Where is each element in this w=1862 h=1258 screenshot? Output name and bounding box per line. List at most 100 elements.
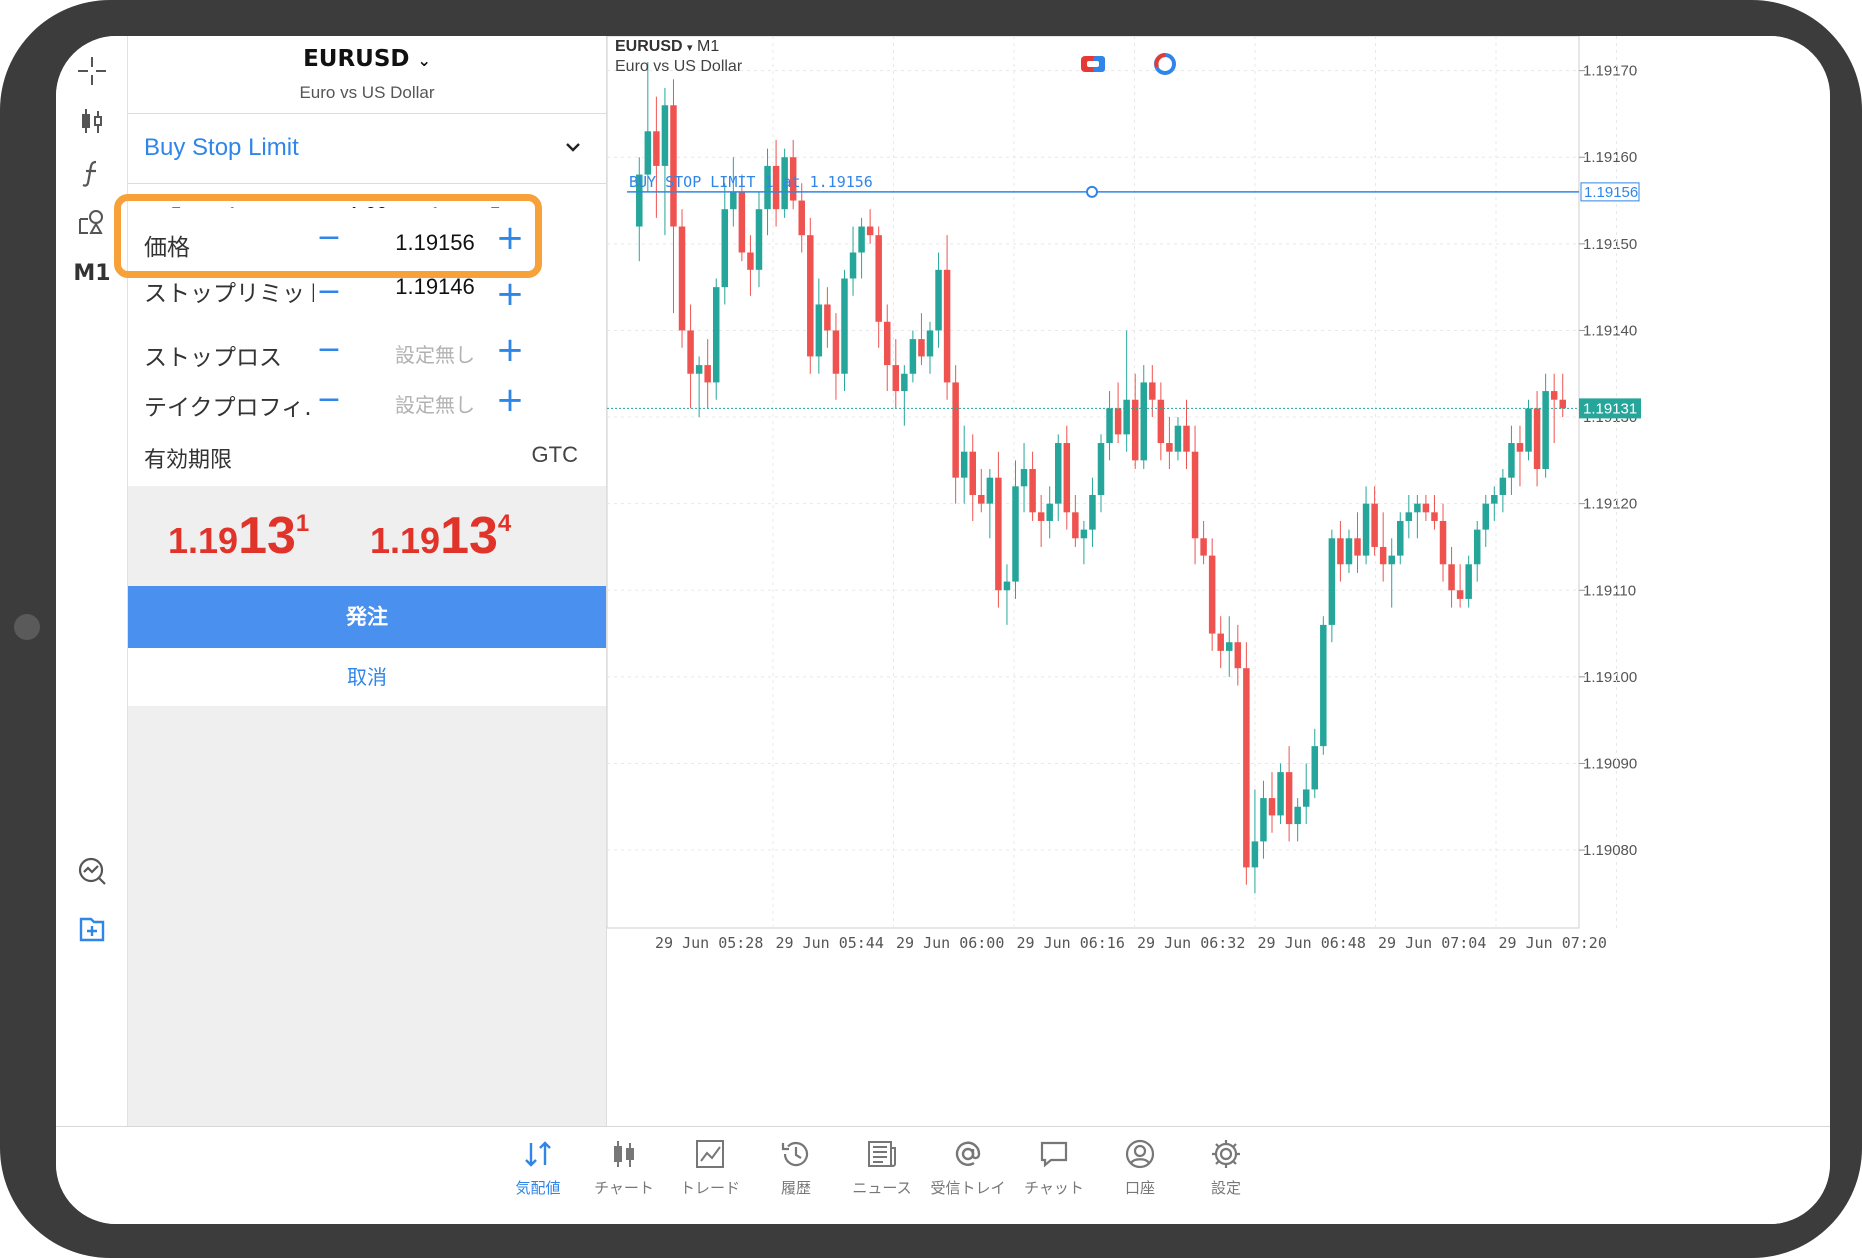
nav-news[interactable]: ニュース: [837, 1137, 927, 1198]
candle-down: [995, 477, 1002, 591]
candle-up: [712, 287, 720, 383]
stop-limit-label: ストップリミット: [144, 281, 314, 307]
nav-mailbox[interactable]: 受信トレイ: [923, 1137, 1013, 1198]
chart-description: Euro vs US Dollar: [615, 58, 743, 75]
candle-down: [1371, 503, 1378, 547]
candle-up: [695, 365, 703, 374]
candle-down: [1285, 772, 1293, 825]
nav-history[interactable]: 履歴: [751, 1137, 841, 1198]
nav-label: 気配値: [515, 1179, 561, 1197]
one-click-trading-icon: [1081, 56, 1105, 72]
place-order-button[interactable]: 発注: [128, 586, 606, 648]
market-analysis-icon[interactable]: [56, 846, 128, 896]
candle-up: [986, 477, 994, 504]
candle-down: [1268, 798, 1276, 816]
candle-down: [738, 191, 746, 253]
candle-down: [1550, 391, 1558, 400]
nav-trade[interactable]: トレード: [665, 1137, 755, 1198]
take-profit-minus-button[interactable]: −: [314, 382, 344, 417]
nav-settings[interactable]: 設定: [1181, 1137, 1271, 1198]
symbol-description: Euro vs US Dollar: [299, 83, 435, 102]
candle-up: [841, 278, 848, 374]
candle-down: [883, 321, 891, 366]
timeframe-button[interactable]: M1: [56, 248, 128, 298]
stop-loss-minus-button[interactable]: −: [314, 332, 344, 367]
crosshair-icon[interactable]: [56, 46, 128, 96]
chart-symbol: EURUSD: [615, 38, 683, 55]
nav-label: 設定: [1210, 1179, 1241, 1197]
candle-up: [1226, 642, 1233, 651]
price-minus-button[interactable]: −: [314, 220, 344, 255]
candle-up: [1123, 399, 1130, 435]
candle-down: [1379, 546, 1387, 565]
nav-label: 受信トレイ: [930, 1179, 1006, 1197]
candle-down: [1439, 520, 1447, 565]
candle-down: [1114, 408, 1122, 435]
chevron-down-icon: [566, 143, 580, 152]
order-type-selector[interactable]: Buy Stop Limit: [128, 114, 606, 184]
candle-up: [1388, 555, 1395, 565]
candle-down: [1243, 668, 1250, 868]
screen: M1 EURUSD ⌄ Euro vs US Dollar Buy Stop L…: [56, 36, 1830, 1224]
candle-up: [1542, 391, 1549, 470]
symbol-header[interactable]: EURUSD ⌄ Euro vs US Dollar: [128, 36, 606, 114]
order-line-handle: [1086, 185, 1098, 198]
candle-up: [901, 373, 908, 392]
candlestick-type-icon[interactable]: [56, 96, 128, 146]
chart-canvas[interactable]: 1.191701.191601.191501.191401.191301.191…: [607, 36, 1830, 1126]
nav-chart[interactable]: チャート: [579, 1137, 669, 1198]
candle-down: [1448, 564, 1455, 591]
nav-account[interactable]: 口座: [1095, 1137, 1185, 1198]
y-tick-label: 1.19100: [1583, 669, 1637, 686]
candle-down: [1037, 512, 1045, 521]
objects-icon[interactable]: [56, 198, 128, 248]
candle-up: [1345, 538, 1353, 565]
y-tick-label: 1.19080: [1583, 842, 1637, 859]
nav-label: 履歴: [780, 1179, 811, 1197]
candle-down: [1191, 451, 1199, 539]
nav-label: チャート: [594, 1179, 654, 1197]
candle-down: [952, 382, 959, 478]
symbol-selector[interactable]: EURUSD ⌄: [128, 46, 606, 72]
x-tick-label: 29 Jun 06:32: [1137, 934, 1245, 952]
chart-area[interactable]: 1.191701.191601.191501.191401.191301.191…: [606, 36, 1830, 1126]
history-icon: [781, 1141, 809, 1167]
candle-up: [1046, 503, 1053, 521]
candle-down: [875, 235, 882, 322]
x-tick-label: 29 Jun 06:48: [1258, 934, 1366, 952]
y-tick-label: 1.19090: [1583, 755, 1637, 772]
candle-down: [1456, 590, 1464, 599]
candle-down: [1157, 399, 1165, 444]
candle-up: [1491, 494, 1498, 504]
stop-limit-minus-button[interactable]: −: [314, 278, 344, 309]
take-profit-plus-button[interactable]: +: [492, 380, 528, 420]
candle-down: [670, 105, 677, 227]
expiry-row[interactable]: 有効期限 GTC: [128, 428, 606, 486]
candle-up: [1525, 408, 1532, 452]
timeframe-label: M1: [73, 260, 111, 286]
candle-up: [1320, 624, 1327, 747]
order-price-tag: 1.19156: [1584, 184, 1638, 201]
candle-down: [747, 252, 754, 270]
nav-quotes[interactable]: 気配値: [493, 1137, 583, 1198]
bid-price: 1.19131: [168, 507, 310, 565]
candle-up: [1508, 443, 1515, 478]
candle-up: [1251, 841, 1259, 868]
candle-up: [1328, 538, 1336, 625]
chevron-down-icon: ⌄: [417, 51, 431, 70]
expiry-value[interactable]: GTC: [532, 442, 578, 468]
candle-up: [1414, 503, 1421, 513]
candle-up: [909, 339, 917, 374]
cancel-button[interactable]: 取消: [128, 648, 606, 706]
stop-limit-plus-button[interactable]: +: [492, 278, 528, 314]
x-tick-label: 29 Jun 05:44: [776, 934, 884, 952]
price-plus-button[interactable]: +: [492, 218, 528, 258]
indicators-icon[interactable]: [56, 148, 128, 198]
chart-icon: [614, 1141, 634, 1167]
nav-chat[interactable]: チャット: [1009, 1137, 1099, 1198]
candle-up: [1089, 494, 1096, 530]
new-order-icon[interactable]: [56, 904, 128, 954]
stop-loss-plus-button[interactable]: +: [492, 330, 528, 370]
candle-up: [1012, 486, 1019, 582]
expiry-label: 有効期限: [144, 448, 233, 473]
